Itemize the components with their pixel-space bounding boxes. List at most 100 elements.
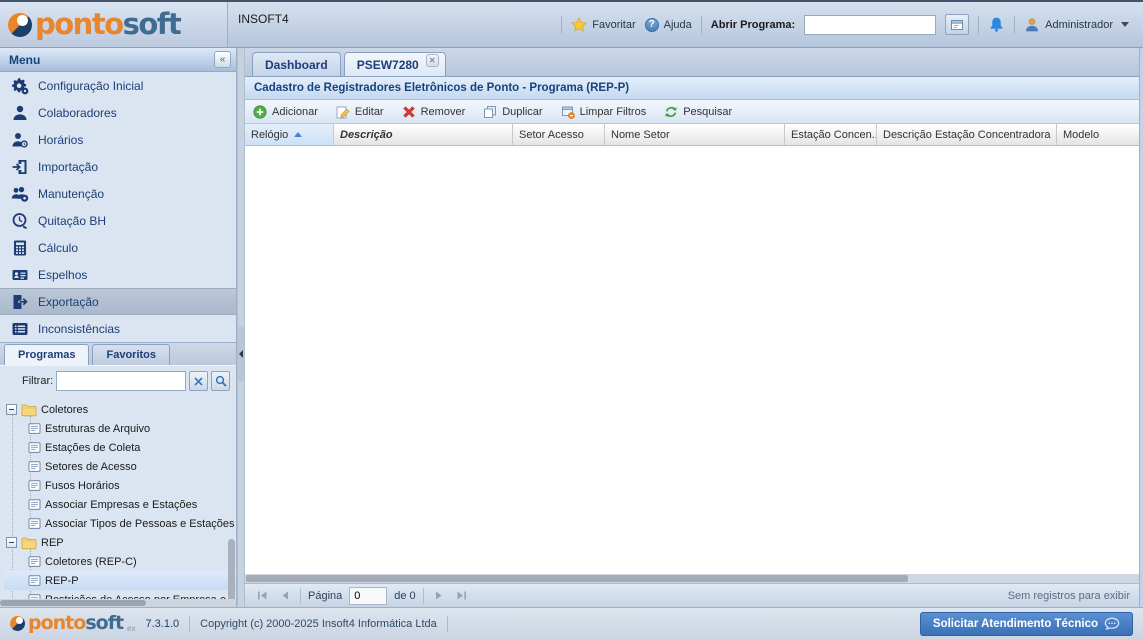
open-program-button[interactable] bbox=[945, 14, 970, 35]
scrollbar-thumb[interactable] bbox=[0, 600, 147, 606]
column-header-relogio[interactable]: Relógio bbox=[245, 124, 334, 145]
separator bbox=[561, 15, 563, 34]
sidebar-item-label: Espelhos bbox=[38, 267, 88, 282]
pesquisar-button[interactable]: Pesquisar bbox=[664, 105, 732, 119]
collapse-node-icon[interactable] bbox=[6, 404, 17, 415]
close-tab-icon[interactable] bbox=[425, 54, 439, 67]
previous-page-button[interactable] bbox=[277, 588, 293, 604]
tree-vertical-scrollbar[interactable] bbox=[228, 539, 235, 607]
notifications-button[interactable] bbox=[988, 16, 1005, 33]
tree-horizontal-scrollbar[interactable] bbox=[0, 599, 236, 607]
tab-dashboard[interactable]: Dashboard bbox=[252, 52, 341, 76]
id-card-icon bbox=[10, 265, 29, 284]
sidebar-item-calculo[interactable]: Cálculo bbox=[0, 234, 236, 261]
tree-item-setores-de-acesso[interactable]: Setores de Acesso bbox=[4, 457, 236, 476]
sidebar-item-configuracao-inicial[interactable]: Configuração Inicial bbox=[0, 72, 236, 99]
user-menu[interactable]: Administrador bbox=[1024, 17, 1129, 33]
tree-folder-label: REP bbox=[41, 536, 64, 549]
search-button[interactable] bbox=[211, 371, 230, 391]
pagination-bar: Página de 0 Sem registros para exibir bbox=[245, 583, 1139, 607]
limpar-filtros-button[interactable]: Limpar Filtros bbox=[561, 105, 646, 119]
sidebar-item-espelhos[interactable]: Espelhos bbox=[0, 261, 236, 288]
sidebar-item-label: Cálculo bbox=[38, 240, 79, 255]
separator bbox=[978, 15, 980, 34]
bell-icon bbox=[990, 17, 1003, 32]
sidebar-item-importacao[interactable]: Importação bbox=[0, 153, 236, 180]
tree-item-associar-tipos-de-pessoas-e-estacoes[interactable]: Associar Tipos de Pessoas e Estações bbox=[4, 514, 236, 533]
open-program-input[interactable] bbox=[804, 14, 937, 35]
favorite-button[interactable]: Favoritar bbox=[571, 16, 636, 33]
page-number-input[interactable] bbox=[349, 586, 388, 605]
column-header-setor-acesso[interactable]: Setor Acesso bbox=[513, 124, 605, 145]
first-page-button[interactable] bbox=[254, 588, 270, 604]
column-header-descricao[interactable]: Descrição bbox=[334, 124, 513, 145]
toolbar-button-label: Remover bbox=[420, 105, 466, 118]
logo-area: pontosoft bbox=[0, 2, 228, 47]
tree-folder-label: Coletores bbox=[41, 403, 89, 416]
tree-item-label: Associar Empresas e Estações bbox=[45, 498, 198, 511]
people-gear-icon bbox=[10, 184, 29, 203]
sidebar-item-inconsistencias[interactable]: Inconsistências bbox=[0, 315, 236, 342]
tree-item-rep-p[interactable]: REP-P bbox=[4, 571, 236, 590]
tree-item-label: Associar Tipos de Pessoas e Estações bbox=[45, 517, 235, 530]
sidebar-item-exportacao[interactable]: Exportação bbox=[0, 288, 236, 315]
editar-button[interactable]: Editar bbox=[336, 105, 384, 119]
tree-item-coletores-rep-c[interactable]: Coletores (REP-C) bbox=[4, 552, 236, 571]
tab-psew7280[interactable]: PSEW7280 bbox=[343, 52, 446, 76]
tree-folder-coletores[interactable]: Coletores bbox=[4, 400, 236, 419]
form-icon bbox=[28, 556, 41, 567]
splitter-collapse-handle[interactable] bbox=[238, 326, 244, 382]
tab-favoritos[interactable]: Favoritos bbox=[92, 344, 170, 365]
scrollbar-thumb[interactable] bbox=[246, 575, 908, 582]
tree-item-label: Coletores (REP-C) bbox=[45, 555, 137, 568]
next-page-button[interactable] bbox=[431, 588, 447, 604]
adicionar-button[interactable]: Adicionar bbox=[253, 104, 318, 119]
collapse-sidebar-button[interactable] bbox=[214, 51, 231, 68]
sidebar-tabs: Programas Favoritos bbox=[0, 342, 236, 365]
help-icon bbox=[644, 17, 659, 32]
remove-icon bbox=[402, 105, 415, 118]
duplicar-button[interactable]: Duplicar bbox=[483, 105, 543, 119]
program-tree: Coletores Estruturas de Arquivo Estações… bbox=[0, 396, 236, 607]
separator bbox=[1014, 15, 1016, 34]
column-header-descricao-estacao-concentradora[interactable]: Descrição Estação Concentradora bbox=[877, 124, 1057, 145]
sidebar-splitter[interactable] bbox=[237, 48, 245, 607]
table-horizontal-scrollbar[interactable] bbox=[245, 574, 1139, 583]
form-icon bbox=[28, 461, 41, 472]
last-page-button[interactable] bbox=[454, 588, 470, 604]
filter-input[interactable] bbox=[56, 371, 186, 391]
form-icon bbox=[28, 575, 41, 586]
tree-item-estacoes-de-coleta[interactable]: Estações de Coleta bbox=[4, 438, 236, 457]
tree-folder-rep[interactable]: REP bbox=[4, 533, 236, 552]
sidebar-item-quitacao-bh[interactable]: Quitação BH bbox=[0, 207, 236, 234]
filter-label: Filtrar: bbox=[22, 375, 54, 387]
sidebar-item-horarios[interactable]: Horários bbox=[0, 126, 236, 153]
support-button[interactable]: Solicitar Atendimento Técnico bbox=[919, 611, 1133, 636]
tree-item-estruturas-de-arquivo[interactable]: Estruturas de Arquivo bbox=[4, 419, 236, 438]
tab-label: PSEW7280 bbox=[356, 57, 419, 72]
toolbar-button-label: Duplicar bbox=[502, 105, 543, 118]
search-icon bbox=[215, 375, 227, 387]
first-page-icon bbox=[257, 591, 266, 600]
tab-programas[interactable]: Programas bbox=[4, 344, 90, 365]
tree-item-fusos-horarios[interactable]: Fusos Horários bbox=[4, 476, 236, 495]
footer: pontosoft ex 7.3.1.0 Copyright (c) 2000-… bbox=[0, 607, 1143, 639]
sidebar-item-manutencao[interactable]: Manutenção bbox=[0, 180, 236, 207]
logo-sub: ex bbox=[127, 624, 136, 633]
form-icon bbox=[28, 499, 41, 510]
tree-item-associar-empresas-e-estacoes[interactable]: Associar Empresas e Estações bbox=[4, 495, 236, 514]
remover-button[interactable]: Remover bbox=[402, 105, 466, 119]
column-header-modelo[interactable]: Modelo bbox=[1057, 124, 1139, 145]
column-header-estacao-concentradora[interactable]: Estação Concen... bbox=[785, 124, 877, 145]
sidebar-item-label: Inconsistências bbox=[38, 321, 121, 336]
clear-filter-button[interactable] bbox=[189, 371, 208, 391]
sidebar-item-label: Importação bbox=[38, 159, 99, 174]
menu-title: Menu bbox=[9, 52, 41, 67]
next-page-icon bbox=[436, 591, 442, 600]
help-button[interactable]: Ajuda bbox=[644, 17, 692, 32]
sidebar-item-colaboradores[interactable]: Colaboradores bbox=[0, 99, 236, 126]
app-window: pontosoft INSOFT4 Favoritar Ajuda Abrir … bbox=[0, 0, 1143, 639]
person-icon bbox=[10, 103, 29, 122]
collapse-node-icon[interactable] bbox=[6, 537, 17, 548]
column-header-nome-setor[interactable]: Nome Setor bbox=[605, 124, 785, 145]
